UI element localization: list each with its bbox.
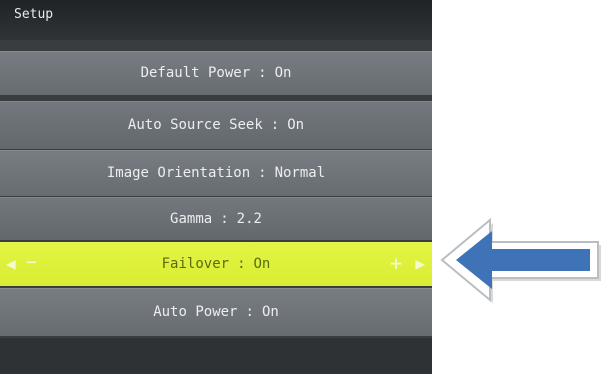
menu-item-separator: : xyxy=(258,165,267,181)
menu-item-label: Auto Power xyxy=(153,304,238,320)
menu-item-value: On xyxy=(253,256,271,272)
arrow-left-icon[interactable]: ◀ xyxy=(6,256,16,272)
menu-item-separator: : xyxy=(237,256,246,272)
menu-item-separator: : xyxy=(245,304,254,320)
menu-item-value: On xyxy=(287,117,305,133)
menu-item-label: Default Power xyxy=(140,65,251,81)
callout-arrow-icon xyxy=(440,217,601,303)
minus-icon[interactable]: − xyxy=(26,254,37,272)
menu-item-separator: : xyxy=(220,210,229,227)
menu-item-default-power[interactable]: Default Power : On xyxy=(0,51,432,95)
menu-item-label: Gamma xyxy=(170,210,213,227)
menu-footer xyxy=(0,338,432,374)
menu-item-separator: : xyxy=(258,65,267,81)
menu-item-label: Auto Source Seek xyxy=(127,117,263,133)
menu-title: Setup xyxy=(14,7,54,22)
menu-item-image-orientation[interactable]: Image Orientation : Normal xyxy=(0,150,432,196)
menu-item-value: On xyxy=(274,65,292,81)
menu-item-label: Image Orientation xyxy=(106,165,251,181)
osd-menu: Setup Default Power : On Auto Source See… xyxy=(0,0,432,374)
menu-item-value: On xyxy=(261,304,279,320)
menu-item-auto-source-seek[interactable]: Auto Source Seek : On xyxy=(0,101,432,149)
menu-item-auto-power[interactable]: Auto Power : On xyxy=(0,288,432,336)
menu-item-separator: : xyxy=(270,117,280,133)
menu-item-gamma[interactable]: Gamma : 2.2 xyxy=(0,197,432,240)
plus-icon[interactable]: + xyxy=(390,253,402,273)
arrow-right-icon[interactable]: ▶ xyxy=(415,256,425,272)
menu-header: Setup xyxy=(0,0,432,40)
menu-item-failover[interactable]: ◀ − Failover : On + ▶ xyxy=(0,242,432,286)
menu-item-value: Normal xyxy=(274,165,326,181)
menu-item-label: Failover xyxy=(161,256,230,272)
menu-item-value: 2.2 xyxy=(236,210,262,227)
